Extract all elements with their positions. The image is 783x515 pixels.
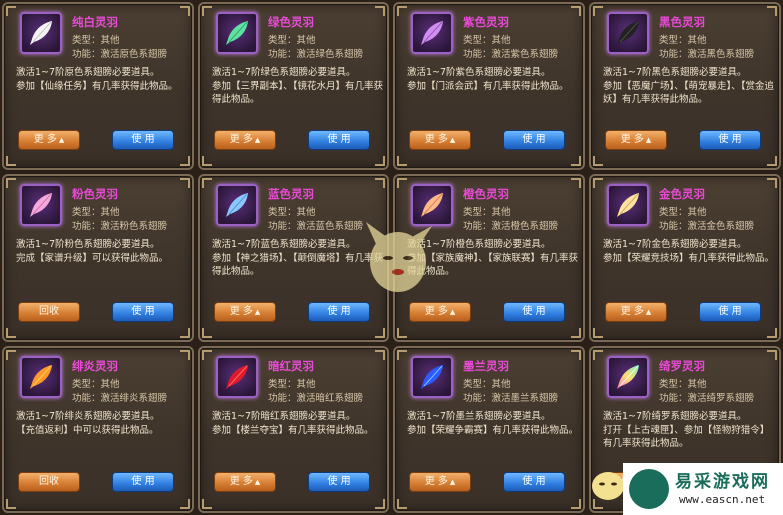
use-button[interactable]: 使 用: [503, 472, 565, 492]
item-description: 激活1~7阶原色系翅膀必要道具。 参加【仙缘任务】有几率获得此物品。: [16, 67, 178, 92]
item-type: 类型：其他: [659, 35, 707, 46]
more-button[interactable]: 更 多▲: [18, 130, 80, 150]
item-description: 激活1~7阶绮罗系翅膀必要道具。 打开【上古魂匣】、参加【怪物狩猎令】有几率获得此…: [603, 411, 770, 449]
item-function: 功能：激活绮罗系翅膀: [659, 393, 755, 404]
more-button[interactable]: 更 多▲: [605, 130, 667, 150]
item-description: 激活1~7阶金色系翅膀必要道具。 参加【荣耀竞技场】有几率获得此物品。: [603, 239, 775, 264]
feather-icon[interactable]: [20, 184, 62, 226]
use-button[interactable]: 使 用: [699, 302, 761, 322]
item-name: 纯白灵羽: [72, 15, 118, 29]
site-url: www.eascn.net: [679, 493, 766, 506]
use-button[interactable]: 使 用: [503, 130, 565, 150]
feather-icon[interactable]: [607, 356, 649, 398]
item-function: 功能：激活绯炎系翅膀: [72, 393, 168, 404]
item-type: 类型：其他: [463, 379, 511, 390]
item-type: 类型：其他: [659, 379, 707, 390]
item-card: 绯炎灵羽 类型：其他 功能：激活绯炎系翅膀 激活1~7阶绯炎系翅膀必要道具。 【充…: [2, 346, 194, 513]
feather-icon[interactable]: [216, 12, 258, 54]
item-function: 功能：激活暗红系翅膀: [268, 393, 364, 404]
feather-icon[interactable]: [216, 184, 258, 226]
use-button[interactable]: 使 用: [112, 302, 174, 322]
recycle-button[interactable]: 回收: [18, 302, 80, 322]
mascot-watermark-icon: [366, 222, 432, 292]
item-card: 紫色灵羽 类型：其他 功能：激活紫色系翅膀 激活1~7阶紫色系翅膀必要道具。 参加…: [393, 2, 585, 170]
item-card: 黑色灵羽 类型：其他 功能：激活黑色系翅膀 激活1~7阶黑色系翅膀必要道具。 参加…: [589, 2, 781, 170]
item-card: 粉色灵羽 类型：其他 功能：激活粉色系翅膀 激活1~7阶粉色系翅膀必要道具。 完成…: [2, 174, 194, 342]
item-name: 绯炎灵羽: [72, 359, 118, 373]
item-name: 墨兰灵羽: [463, 359, 509, 373]
use-button[interactable]: 使 用: [308, 302, 370, 322]
more-button[interactable]: 更 多▲: [605, 302, 667, 322]
item-type: 类型：其他: [72, 379, 120, 390]
item-name: 蓝色灵羽: [268, 187, 314, 201]
item-function: 功能：激活绿色系翅膀: [268, 49, 364, 60]
item-function: 功能：激活橙色系翅膀: [463, 221, 559, 232]
item-type: 类型：其他: [268, 379, 316, 390]
site-logo-icon: [629, 469, 669, 509]
item-description: 激活1~7阶粉色系翅膀必要道具。 完成【家谱升级】可以获得此物品。: [16, 239, 169, 264]
item-function: 功能：激活墨兰系翅膀: [463, 393, 559, 404]
use-button[interactable]: 使 用: [308, 130, 370, 150]
item-name: 绮罗灵羽: [659, 359, 705, 373]
feather-icon[interactable]: [607, 184, 649, 226]
item-type: 类型：其他: [72, 35, 120, 46]
feather-icon[interactable]: [411, 356, 453, 398]
item-name: 暗红灵羽: [268, 359, 314, 373]
item-type: 类型：其他: [268, 207, 316, 218]
item-name: 粉色灵羽: [72, 187, 118, 201]
item-description: 激活1~7阶绯炎系翅膀必要道具。 【充值返利】中可以获得此物品。: [16, 411, 160, 436]
feather-icon[interactable]: [607, 12, 649, 54]
item-description: 激活1~7阶紫色系翅膀必要道具。 参加【门派会武】有几率获得此物品。: [407, 67, 569, 92]
feather-icon[interactable]: [216, 356, 258, 398]
item-function: 功能：激活原色系翅膀: [72, 49, 168, 60]
item-description: 激活1~7阶黑色系翅膀必要道具。 参加【恶魔广场】、【萌宠暴走】、【赏金追妖】有几…: [603, 67, 775, 105]
mascot-small-icon: [592, 472, 624, 500]
use-button[interactable]: 使 用: [308, 472, 370, 492]
site-watermark: 易采游戏网 www.eascn.net: [623, 463, 783, 515]
item-name: 金色灵羽: [659, 187, 705, 201]
use-button[interactable]: 使 用: [503, 302, 565, 322]
item-name: 绿色灵羽: [268, 15, 314, 29]
item-type: 类型：其他: [268, 35, 316, 46]
use-button[interactable]: 使 用: [112, 130, 174, 150]
feather-icon[interactable]: [411, 12, 453, 54]
item-card: 墨兰灵羽 类型：其他 功能：激活墨兰系翅膀 激活1~7阶墨兰系翅膀必要道具。 参加…: [393, 346, 585, 513]
item-name: 黑色灵羽: [659, 15, 705, 29]
item-description: 激活1~7阶墨兰系翅膀必要道具。 参加【荣耀争霸赛】有几率获得此物品。: [407, 411, 579, 436]
use-button[interactable]: 使 用: [699, 130, 761, 150]
more-button[interactable]: 更 多▲: [214, 130, 276, 150]
use-button[interactable]: 使 用: [112, 472, 174, 492]
item-card: 纯白灵羽 类型：其他 功能：激活原色系翅膀 激活1~7阶原色系翅膀必要道具。 参加…: [2, 2, 194, 170]
item-card: 暗红灵羽 类型：其他 功能：激活暗红系翅膀 激活1~7阶暗红系翅膀必要道具。 参加…: [198, 346, 389, 513]
more-button[interactable]: 更 多▲: [214, 302, 276, 322]
feather-icon[interactable]: [20, 356, 62, 398]
recycle-button[interactable]: 回收: [18, 472, 80, 492]
site-title: 易采游戏网: [675, 472, 770, 492]
item-type: 类型：其他: [72, 207, 120, 218]
more-button[interactable]: 更 多▲: [409, 130, 471, 150]
item-type: 类型：其他: [463, 207, 511, 218]
item-name: 橙色灵羽: [463, 187, 509, 201]
item-function: 功能：激活蓝色系翅膀: [268, 221, 364, 232]
item-description: 激活1~7阶暗红系翅膀必要道具。 参加【楼兰夺宝】有几率获得此物品。: [212, 411, 374, 436]
item-function: 功能：激活黑色系翅膀: [659, 49, 755, 60]
more-button[interactable]: 更 多▲: [214, 472, 276, 492]
item-card: 绿色灵羽 类型：其他 功能：激活绿色系翅膀 激活1~7阶绿色系翅膀必要道具。 参加…: [198, 2, 389, 170]
more-button[interactable]: 更 多▲: [409, 472, 471, 492]
item-function: 功能：激活紫色系翅膀: [463, 49, 559, 60]
item-card: 金色灵羽 类型：其他 功能：激活金色系翅膀 激活1~7阶金色系翅膀必要道具。 参加…: [589, 174, 781, 342]
item-type: 类型：其他: [659, 207, 707, 218]
item-description: 激活1~7阶绿色系翅膀必要道具。 参加【三界副本】、【镜花水月】有几率获得此物品。: [212, 67, 384, 105]
feather-icon[interactable]: [20, 12, 62, 54]
more-button[interactable]: 更 多▲: [409, 302, 471, 322]
item-type: 类型：其他: [463, 35, 511, 46]
item-name: 紫色灵羽: [463, 15, 509, 29]
item-function: 功能：激活金色系翅膀: [659, 221, 755, 232]
item-function: 功能：激活粉色系翅膀: [72, 221, 168, 232]
